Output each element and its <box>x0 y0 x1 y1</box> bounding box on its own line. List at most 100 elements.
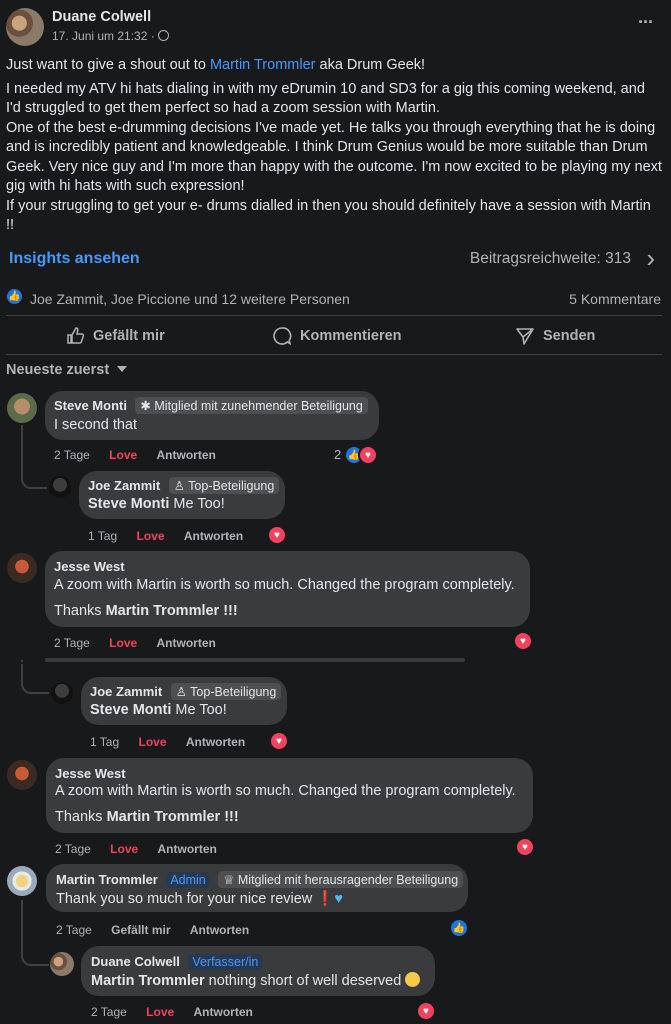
commenter-avatar[interactable] <box>51 682 73 704</box>
comment-time[interactable]: 2 Tage <box>54 448 90 462</box>
comment-text-body: Me Too! <box>171 702 227 718</box>
mention-link[interactable]: Martin Trommler <box>106 603 220 619</box>
badge-label: Top-Beteiligung <box>188 479 275 493</box>
comment-text: Steve Monti Me Too! <box>90 702 227 718</box>
heart-reaction-icon: ♥ <box>267 525 287 545</box>
mention-link[interactable]: Martin Trommler <box>210 57 316 73</box>
love-button[interactable]: Love <box>136 529 164 543</box>
comment-text: A zoom with Martin is worth so much. Cha… <box>54 577 515 593</box>
thread-line <box>21 425 47 489</box>
comment-meta: 1 Tag Love Antworten <box>88 529 259 543</box>
reply-button[interactable]: Antworten <box>157 636 216 650</box>
love-button[interactable]: Love <box>138 735 166 749</box>
like-button-label[interactable]: Gefällt mir <box>93 328 165 344</box>
send-button-label[interactable]: Senden <box>543 328 595 344</box>
comment-button[interactable]: Kommentieren <box>272 326 402 346</box>
post-date-text[interactable]: 17. Juni um 21:32 · <box>52 29 155 43</box>
comment-time[interactable]: 2 Tage <box>54 636 90 650</box>
like-button[interactable]: Gefällt mir <box>65 326 165 346</box>
commenter-avatar[interactable] <box>7 760 37 790</box>
love-button[interactable]: Love <box>146 1005 174 1019</box>
commenter-avatar[interactable] <box>49 476 71 498</box>
commenter-name[interactable]: Joe Zammit <box>88 478 160 493</box>
commenter-name[interactable]: Martin Trommler <box>56 872 158 887</box>
commenter-name[interactable]: Joe Zammit <box>90 684 162 699</box>
reaction-names[interactable]: Joe Zammit, Joe Piccione und 12 weitere … <box>30 291 350 307</box>
comment-time[interactable]: 1 Tag <box>88 529 117 543</box>
reply-button[interactable]: Antworten <box>184 529 243 543</box>
reply-button[interactable]: Antworten <box>186 735 245 749</box>
mention-link[interactable]: Martin Trommler <box>91 973 205 989</box>
commenter-avatar[interactable] <box>50 952 74 976</box>
commenter-name[interactable]: Jesse West <box>55 766 126 781</box>
post-line-2: I needed my ATV hi hats dialing in with … <box>6 80 645 117</box>
reply-button[interactable]: Antworten <box>194 1005 253 1019</box>
comment-meta: 1 Tag Love Antworten <box>90 735 261 749</box>
comment-time[interactable]: 2 Tage <box>56 923 92 937</box>
love-button[interactable]: Love <box>109 636 137 650</box>
comment-text: I second that <box>54 417 138 433</box>
exclamation-emoji-icon: ❗ <box>316 891 335 907</box>
comment-meta: 2 Tage Love Antworten <box>54 636 232 650</box>
reaction-count[interactable]: 2 <box>334 447 341 462</box>
award-icon: ♙ <box>173 479 189 493</box>
comment-time[interactable]: 2 Tage <box>91 1005 127 1019</box>
post-author[interactable]: Duane Colwell <box>52 9 151 25</box>
commenter-avatar[interactable] <box>7 393 37 423</box>
commenter-avatar[interactable] <box>7 553 37 583</box>
member-badge[interactable]: ♕ Mitglied mit herausragender Beteiligun… <box>218 871 464 888</box>
like-reaction-icon: 👍 <box>7 289 22 304</box>
send-icon <box>516 328 534 345</box>
smile-emoji-icon <box>405 972 421 987</box>
post-reach[interactable]: Beitragsreichweite: 313 <box>470 250 631 268</box>
commenter-name[interactable]: Jesse West <box>54 559 125 574</box>
comment-text-body: nothing short of well deserved <box>204 973 402 989</box>
comment-header: Duane Colwell Verfasser/in <box>91 953 263 971</box>
comment-text: Thanks Martin Trommler !!! <box>54 603 238 619</box>
reply-button[interactable]: Antworten <box>190 923 249 937</box>
author-avatar[interactable] <box>6 8 44 46</box>
mention-link[interactable]: Steve Monti <box>90 702 171 718</box>
divider <box>6 315 662 316</box>
comment-time[interactable]: 2 Tage <box>55 842 91 856</box>
thread-line <box>21 900 49 966</box>
sort-dropdown[interactable]: Neueste zuerst <box>6 362 128 378</box>
heart-reaction-icon: ♥ <box>513 631 533 651</box>
comment-meta: 2 Tage Love Antworten <box>91 1005 269 1019</box>
comment-text-body: Thanks <box>55 809 107 825</box>
sort-label[interactable]: Neueste zuerst <box>6 362 109 378</box>
commenter-avatar[interactable] <box>7 866 37 896</box>
mention-link[interactable]: Steve Monti <box>88 496 169 512</box>
comment-button-label[interactable]: Kommentieren <box>300 328 402 344</box>
member-badge[interactable]: ♙ Top-Beteiligung <box>170 683 282 700</box>
love-button[interactable]: Love <box>109 448 137 462</box>
love-button[interactable]: Love <box>110 842 138 856</box>
insights-link[interactable]: Insights ansehen <box>9 250 140 268</box>
thread-line <box>21 664 49 694</box>
comment-text: Steve Monti Me Too! <box>88 496 225 512</box>
heart-reaction-icon: ♥ <box>416 1001 436 1021</box>
more-options-icon[interactable]: ··· <box>638 12 654 33</box>
send-button[interactable]: Senden <box>515 326 595 346</box>
commenter-name[interactable]: Steve Monti <box>54 398 127 413</box>
reply-button[interactable]: Antworten <box>158 842 217 856</box>
comment-count[interactable]: 5 Kommentare <box>569 291 661 307</box>
chevron-right-icon[interactable]: › <box>646 243 655 274</box>
post-date[interactable]: 17. Juni um 21:32 · <box>52 29 170 43</box>
like-button[interactable]: Gefällt mir <box>111 923 170 937</box>
heart-reaction-icon: ♥ <box>269 731 289 751</box>
comment-text: Thank you so much for your nice review ❗… <box>56 890 343 907</box>
comment-text: Thanks Martin Trommler !!! <box>55 809 239 825</box>
divider <box>6 354 662 355</box>
member-badge[interactable]: ♙ Top-Beteiligung <box>168 477 280 494</box>
author-badge: Verfasser/in <box>188 954 263 970</box>
comment-meta: 2 Tage Love Antworten <box>55 842 233 856</box>
mention-link[interactable]: Martin Trommler <box>107 809 221 825</box>
comment-meta: 2 Tage Love Antworten <box>54 448 232 462</box>
reply-button[interactable]: Antworten <box>157 448 216 462</box>
post-line-4: If your struggling to get your e- drums … <box>6 197 651 234</box>
comment-time[interactable]: 1 Tag <box>90 735 119 749</box>
member-badge[interactable]: ✱ Mitglied mit zunehmender Beteiligung <box>135 397 368 414</box>
blue-heart-emoji-icon: ♥ <box>334 891 343 907</box>
commenter-name[interactable]: Duane Colwell <box>91 954 180 969</box>
